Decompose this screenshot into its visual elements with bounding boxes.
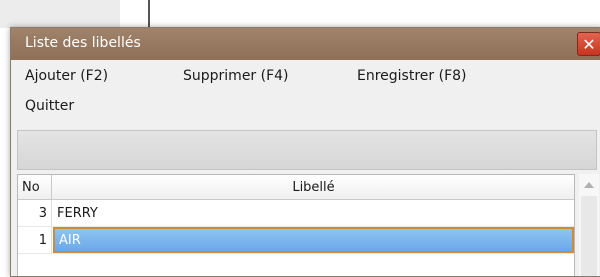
title-bar[interactable]: Liste des libellés ✕ xyxy=(11,28,600,60)
cell-libelle[interactable]: FERRY xyxy=(53,200,574,226)
table-row-selected[interactable]: 1 AIR xyxy=(18,227,574,254)
scroll-track[interactable] xyxy=(581,196,597,276)
cell-no: 1 xyxy=(18,227,52,253)
menu-bar: Ajouter (F2) Supprimer (F4) Enregistrer … xyxy=(11,60,600,124)
labels-dialog: Liste des libellés ✕ Ajouter (F2) Suppri… xyxy=(10,27,600,277)
menu-item-ajouter[interactable]: Ajouter (F2) xyxy=(25,68,108,84)
toolbar-strip xyxy=(17,130,597,170)
close-icon: ✕ xyxy=(582,34,596,54)
cell-libelle-selected[interactable]: AIR xyxy=(53,227,574,253)
vertical-scrollbar[interactable] xyxy=(579,174,599,276)
table-header: No Libellé xyxy=(18,175,574,200)
table-row[interactable]: 3 FERRY xyxy=(18,200,574,227)
column-header-no[interactable]: No xyxy=(18,175,52,199)
column-header-libelle[interactable]: Libellé xyxy=(53,175,574,199)
close-button[interactable]: ✕ xyxy=(577,32,600,56)
scroll-up-arrow-icon[interactable] xyxy=(584,182,594,188)
window-title: Liste des libellés xyxy=(25,35,141,51)
background-panel xyxy=(0,0,121,28)
menu-item-quitter[interactable]: Quitter xyxy=(25,98,74,114)
background-panel-divider xyxy=(120,0,150,30)
cell-no: 3 xyxy=(18,200,52,226)
menu-item-supprimer[interactable]: Supprimer (F4) xyxy=(183,68,289,84)
menu-item-enregistrer[interactable]: Enregistrer (F8) xyxy=(357,68,467,84)
labels-table: No Libellé 3 FERRY 1 AIR xyxy=(17,174,575,276)
